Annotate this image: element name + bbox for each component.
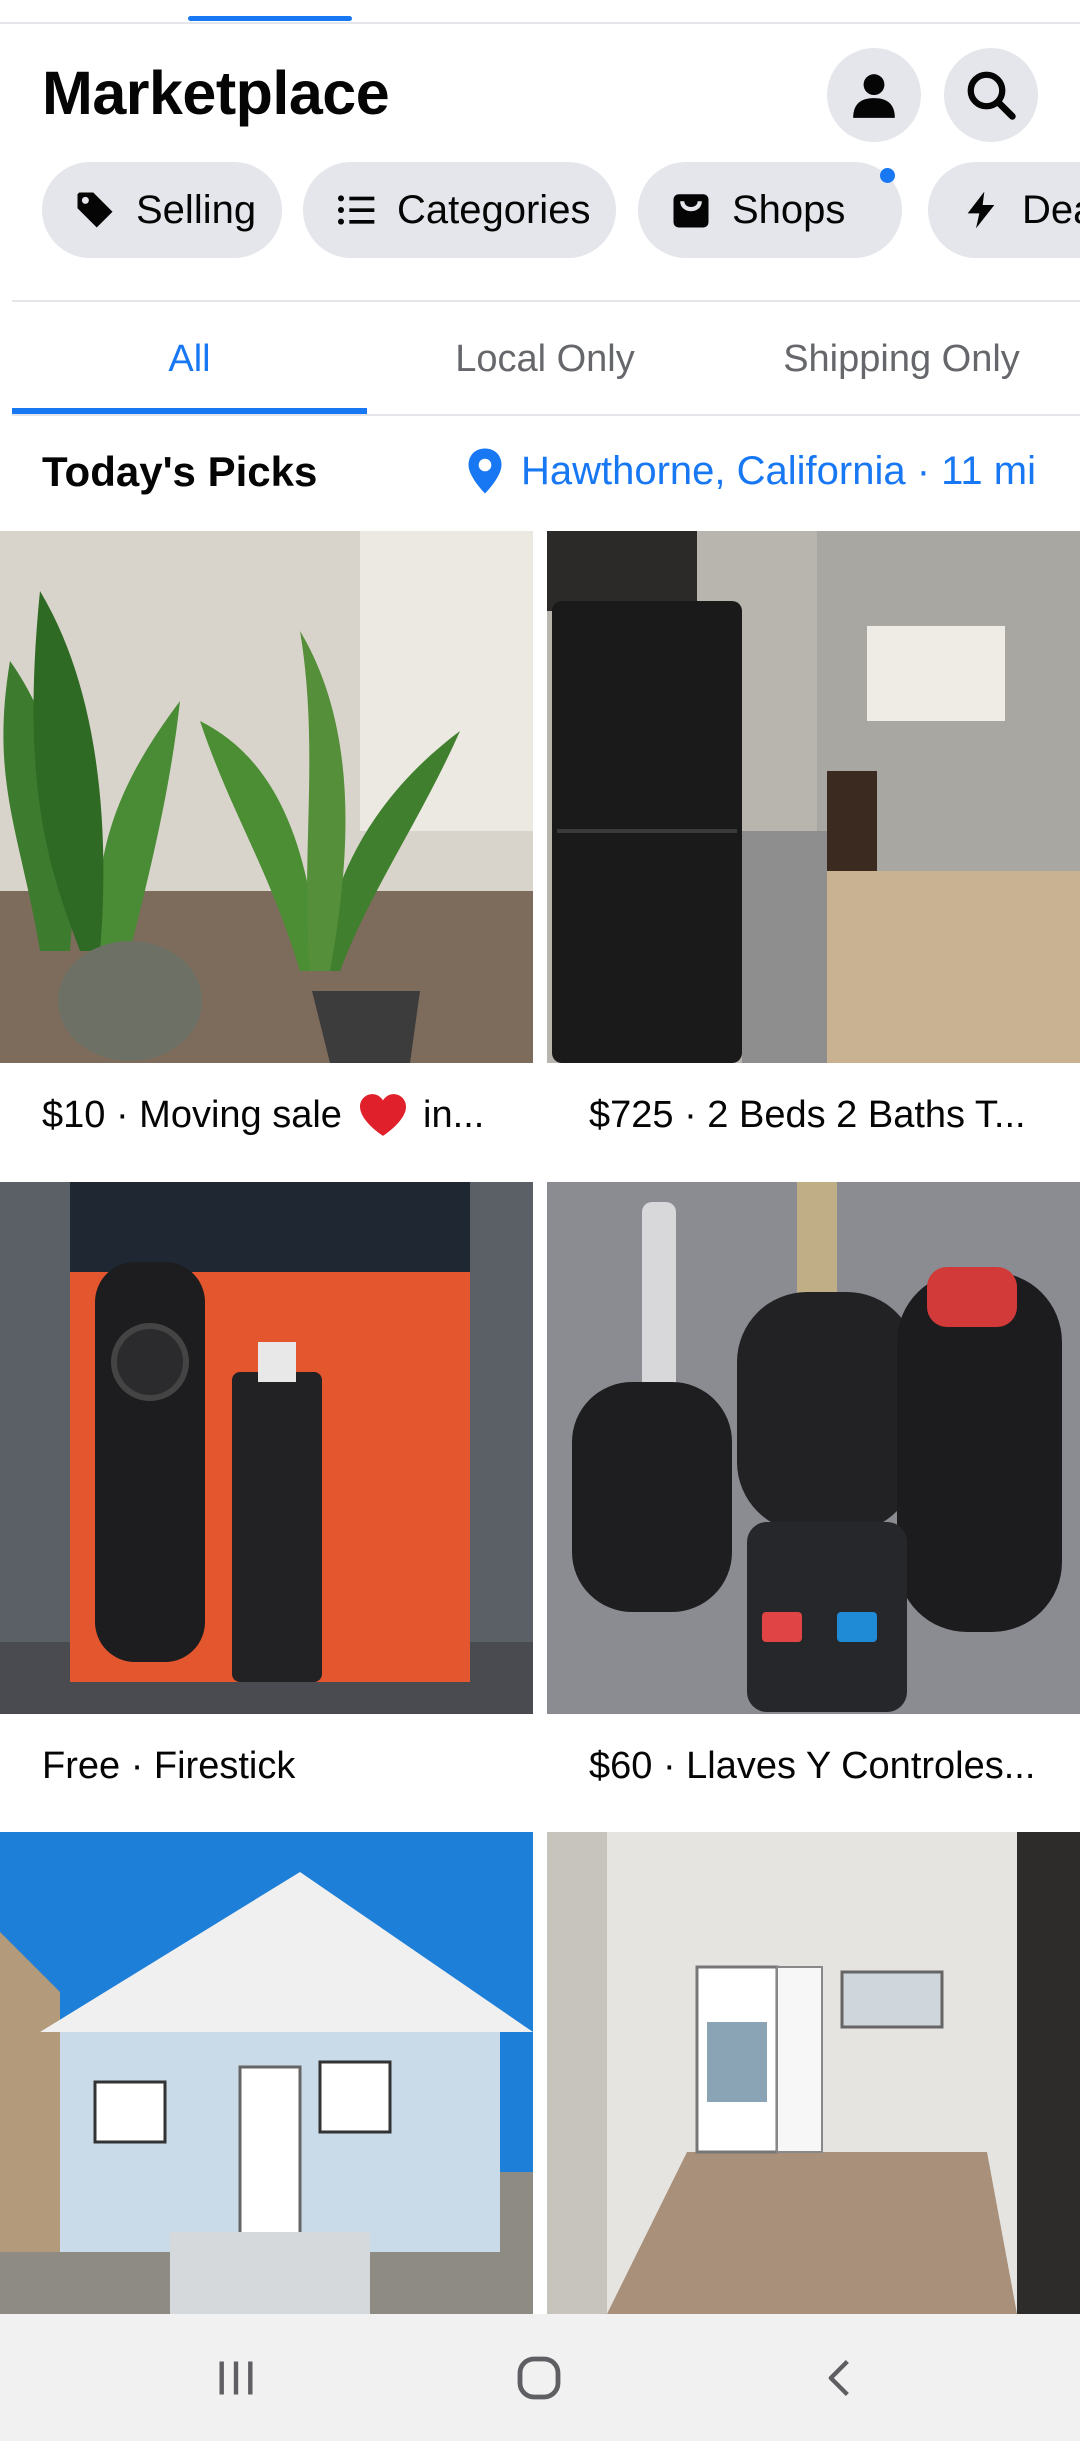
- listing-caption[interactable]: $725 · 2 Beds 2 Baths T...: [547, 1055, 1080, 1175]
- lightning-icon: [958, 187, 1004, 233]
- location-link[interactable]: Hawthorne, California · 11 mi: [467, 448, 1036, 494]
- notification-dot: [880, 168, 895, 183]
- person-icon: [853, 74, 895, 118]
- tab-local-only[interactable]: Local Only: [367, 302, 723, 416]
- listing-image-room[interactable]: [547, 1832, 1080, 2314]
- shop-bag-icon: [668, 187, 714, 233]
- chip-label: Selling: [136, 187, 257, 232]
- tab-bar: All Local Only Shipping Only: [0, 302, 1080, 416]
- chip-categories[interactable]: Categories: [303, 162, 616, 258]
- listing-caption-text: Free · Firestick: [42, 1744, 296, 1787]
- search-button[interactable]: [944, 48, 1038, 142]
- chip-selling[interactable]: Selling: [42, 162, 282, 258]
- listing-caption-text: $60 · Llaves Y Controles...: [589, 1744, 1036, 1787]
- list-icon: [333, 187, 379, 233]
- back-icon: [828, 2359, 849, 2397]
- recents-icon: [219, 2361, 253, 2395]
- search-icon: [967, 71, 1016, 120]
- tab-shipping-only[interactable]: Shipping Only: [723, 302, 1080, 416]
- system-navigation-bar: [0, 2314, 1080, 2441]
- listing-image-house[interactable]: [0, 1832, 533, 2314]
- listing-image-kitchen[interactable]: [547, 531, 1080, 1063]
- filter-chips-row: Selling Categories Shops Dea: [0, 162, 1080, 258]
- listing-caption[interactable]: Free · Firestick: [0, 1706, 533, 1826]
- heart-icon: [357, 1092, 409, 1138]
- location-text: Hawthorne, California · 11 mi: [520, 448, 1036, 493]
- listing-image-car-keys[interactable]: [547, 1182, 1080, 1714]
- tab-all[interactable]: All: [12, 302, 367, 416]
- recents-button[interactable]: [176, 2336, 296, 2420]
- listing-caption[interactable]: $60 · Llaves Y Controles...: [547, 1706, 1080, 1826]
- section-title: Today's Picks: [42, 448, 318, 495]
- listing-image-plants[interactable]: [0, 531, 533, 1063]
- active-indicator-bar: [188, 16, 352, 21]
- home-button[interactable]: [479, 2336, 599, 2420]
- chip-shops[interactable]: Shops: [638, 162, 902, 258]
- listing-caption[interactable]: $10 · Moving sale in...: [0, 1055, 533, 1175]
- listing-caption-text: $10 · Moving sale: [42, 1093, 353, 1136]
- page-title: Marketplace: [42, 59, 390, 127]
- chip-label: Dea: [1022, 187, 1080, 232]
- location-pin-icon: [468, 448, 502, 494]
- back-button[interactable]: [780, 2336, 900, 2420]
- chip-deals[interactable]: Dea: [928, 162, 1080, 258]
- chip-label: Categories: [397, 187, 591, 232]
- top-scroll-indicator: [0, 0, 1080, 24]
- listing-image-firestick[interactable]: [0, 1182, 533, 1714]
- marketplace-header: Marketplace: [0, 24, 1080, 164]
- todays-picks-header: Today's Picks Hawthorne, California · 11…: [0, 416, 1080, 531]
- tag-icon: [72, 187, 118, 233]
- profile-button[interactable]: [827, 48, 921, 142]
- listing-caption-text: $725 · 2 Beds 2 Baths T...: [589, 1093, 1026, 1136]
- chip-label: Shops: [732, 187, 846, 232]
- listing-caption-text: in...: [412, 1093, 485, 1136]
- home-icon: [517, 2356, 561, 2400]
